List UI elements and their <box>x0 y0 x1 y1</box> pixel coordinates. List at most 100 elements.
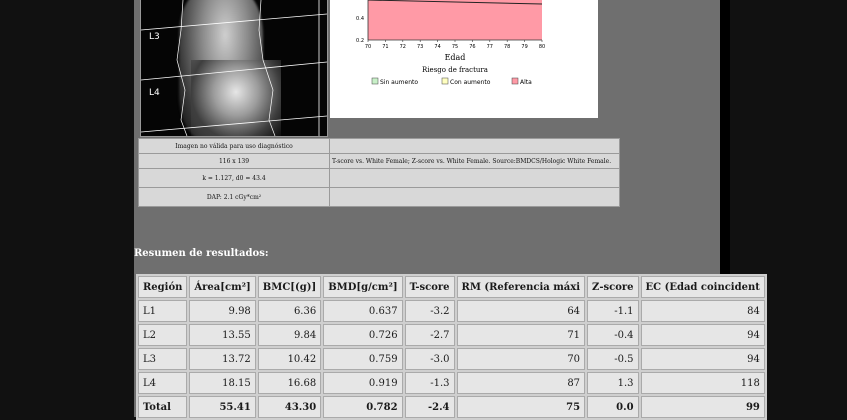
info-dap: DAP: 2.1 cGy*cm² <box>138 187 330 207</box>
legend-swatch-alta <box>511 77 519 85</box>
value-cell: 64 <box>456 300 586 322</box>
col-header-bmc: BMC[(g)] <box>257 276 322 298</box>
results-table: Región Área[cm²] BMC[(g)] BMD[g/cm²] T-s… <box>136 274 767 420</box>
info-image-size: 116 x 139 <box>138 153 330 169</box>
value-cell: -2.7 <box>404 324 455 346</box>
value-cell: 94 <box>640 324 765 346</box>
region-cell: Total <box>138 396 188 418</box>
value-cell: 0.782 <box>323 396 403 418</box>
value-cell: 9.98 <box>189 300 256 322</box>
value-cell: 9.84 <box>257 324 322 346</box>
value-cell: -3.2 <box>404 300 455 322</box>
value-cell: 43.30 <box>257 396 322 418</box>
legend-label-con-aumento: Con aumento <box>450 79 491 86</box>
table-row: L3 13.72 10.42 0.759 -3.0 70 -0.5 94 <box>138 348 765 370</box>
table-row: Total 55.41 43.30 0.782 -2.4 75 0.0 99 <box>138 396 765 418</box>
y-tick-1: 0.2 <box>356 38 364 44</box>
x-ticks: 70 71 72 73 74 75 76 77 78 79 80 <box>365 40 545 50</box>
x-tick-label: 71 <box>382 44 388 50</box>
value-cell: 94 <box>640 348 765 370</box>
value-cell: 18.15 <box>189 372 256 394</box>
fracture-risk-chart: 0.4 0.2 70 71 72 73 74 75 76 77 78 79 80 Edad Ries… <box>330 0 598 118</box>
value-cell: 0.759 <box>323 348 403 370</box>
region-cell: L3 <box>138 348 188 370</box>
value-cell: 10.42 <box>257 348 322 370</box>
info-row: Imagen no válida para uso diagnóstico <box>138 138 620 154</box>
x-tick-label: 75 <box>452 44 458 50</box>
info-row: DAP: 2.1 cGy*cm² <box>138 187 620 207</box>
legend: Sin aumento Con aumento Alta <box>371 77 532 86</box>
col-header-t-score: T-score <box>404 276 455 298</box>
value-cell: 13.72 <box>189 348 256 370</box>
table-row: L2 13.55 9.84 0.726 -2.7 71 -0.4 94 <box>138 324 765 346</box>
spine-scan-image: L3 L4 <box>140 0 328 137</box>
legend-swatch-sin-aumento <box>371 77 379 85</box>
value-cell: -3.0 <box>404 348 455 370</box>
chart-svg: 0.4 0.2 70 71 72 73 74 75 76 77 78 79 80 Edad Ries… <box>356 0 545 86</box>
value-cell: 118 <box>640 372 765 394</box>
x-tick-label: 77 <box>487 44 493 50</box>
col-header-area: Área[cm²] <box>189 276 256 298</box>
x-tick-label: 74 <box>434 44 440 50</box>
value-cell: -0.5 <box>587 348 639 370</box>
value-cell: 71 <box>456 324 586 346</box>
legend-label-sin-aumento: Sin aumento <box>380 79 418 86</box>
value-cell: 6.36 <box>257 300 322 322</box>
col-header-z-score: Z-score <box>587 276 639 298</box>
col-header-ec: EC (Edad coincident <box>640 276 765 298</box>
legend-label-alta: Alta <box>520 79 532 86</box>
info-calibration: k = 1.127, d0 = 43.4 <box>138 168 330 188</box>
value-cell: -1.1 <box>587 300 639 322</box>
info-row: 116 x 139 T-score vs. White Female; Z-sc… <box>138 153 620 169</box>
table-row: L1 9.98 6.36 0.637 -3.2 64 -1.1 84 <box>138 300 765 322</box>
value-cell: 0.919 <box>323 372 403 394</box>
x-tick-label: 78 <box>504 44 510 50</box>
value-cell: 1.3 <box>587 372 639 394</box>
value-cell: 0.637 <box>323 300 403 322</box>
results-header-row: Región Área[cm²] BMC[(g)] BMD[g/cm²] T-s… <box>138 276 765 298</box>
report-page: L3 L4 0.4 0.2 70 71 72 73 74 75 76 77 78 79 80 Eda… <box>134 0 767 420</box>
value-cell: 55.41 <box>189 396 256 418</box>
x-tick-label: 80 <box>539 44 545 50</box>
table-row: L4 18.15 16.68 0.919 -1.3 87 1.3 118 <box>138 372 765 394</box>
x-tick-label: 73 <box>417 44 423 50</box>
value-cell: 0.0 <box>587 396 639 418</box>
value-cell: -0.4 <box>587 324 639 346</box>
value-cell: 84 <box>640 300 765 322</box>
value-cell: 13.55 <box>189 324 256 346</box>
value-cell: 75 <box>456 396 586 418</box>
info-not-diagnostic: Imagen no válida para uso diagnóstico <box>138 138 330 154</box>
x-axis-label: Edad <box>445 53 466 62</box>
info-row: k = 1.127, d0 = 43.4 <box>138 168 620 188</box>
value-cell: 99 <box>640 396 765 418</box>
roi-overlay <box>141 0 327 136</box>
region-cell: L2 <box>138 324 188 346</box>
col-header-region: Región <box>138 276 188 298</box>
x-tick-label: 72 <box>400 44 406 50</box>
x-tick-label: 79 <box>521 44 527 50</box>
vertebra-label-l4: L4 <box>149 88 160 98</box>
x-tick-label: 76 <box>469 44 475 50</box>
col-header-bmd: BMD[g/cm²] <box>323 276 403 298</box>
value-cell: 0.726 <box>323 324 403 346</box>
info-empty <box>329 168 620 188</box>
info-reference-source: T-score vs. White Female; Z-score vs. Wh… <box>329 153 620 169</box>
legend-swatch-con-aumento <box>441 77 449 85</box>
summary-title: Resumen de resultados: <box>134 248 269 259</box>
region-cell: L1 <box>138 300 188 322</box>
scan-info-table: Imagen no válida para uso diagnóstico 11… <box>138 138 620 207</box>
region-cell: L4 <box>138 372 188 394</box>
risk-title: Riesgo de fractura <box>422 66 488 74</box>
info-empty <box>329 187 620 207</box>
risk-area-alta <box>368 0 542 40</box>
y-tick-0: 0.4 <box>356 16 364 22</box>
x-tick-label: 70 <box>365 44 371 50</box>
value-cell: -1.3 <box>404 372 455 394</box>
value-cell: 87 <box>456 372 586 394</box>
col-header-rm: RM (Referencia máxi <box>456 276 586 298</box>
value-cell: 70 <box>456 348 586 370</box>
value-cell: -2.4 <box>404 396 455 418</box>
vertebra-label-l3: L3 <box>149 32 160 42</box>
info-empty <box>329 138 620 154</box>
value-cell: 16.68 <box>257 372 322 394</box>
